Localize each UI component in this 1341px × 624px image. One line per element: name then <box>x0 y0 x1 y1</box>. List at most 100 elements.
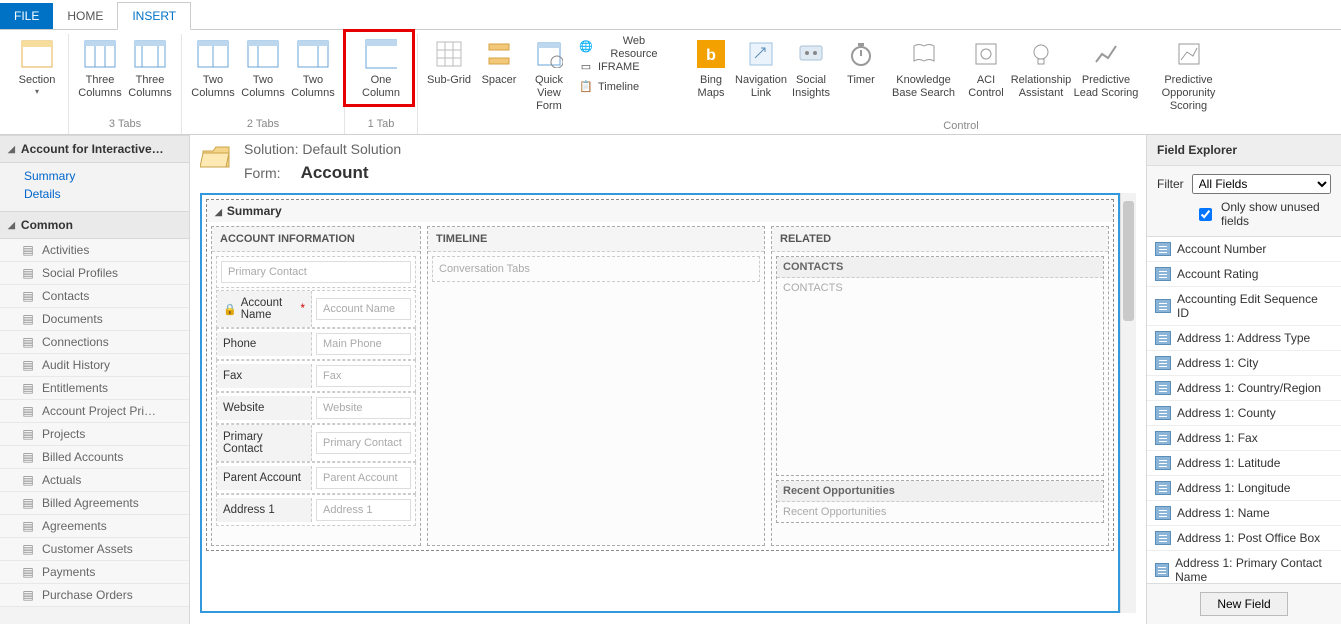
nav-item[interactable]: ▤Customer Assets <box>0 538 189 561</box>
form-field-row[interactable]: 🔒Account NameAccount Name <box>216 290 416 328</box>
field-input[interactable]: Main Phone <box>312 329 415 359</box>
predictive-lead-button[interactable]: Predictive Lead Scoring <box>1071 34 1141 104</box>
field-input[interactable]: Address 1 <box>312 495 415 525</box>
entity-icon: ▤ <box>20 357 36 373</box>
form-tab-summary[interactable]: Summary ACCOUNT INFORMATION Primary Cont… <box>206 199 1114 551</box>
form-field-row[interactable]: WebsiteWebsite <box>216 392 416 424</box>
ribbon: Section ▾ Three Columns Th <box>0 30 1341 135</box>
section-account-info[interactable]: ACCOUNT INFORMATION Primary Contact 🔒Acc… <box>211 226 421 546</box>
section-timeline[interactable]: TIMELINE Conversation Tabs <box>427 226 765 546</box>
folder-icon <box>200 141 232 173</box>
subgrid-contacts[interactable]: CONTACTS CONTACTS <box>776 256 1104 476</box>
field-explorer-item[interactable]: Account Rating <box>1147 262 1341 287</box>
field-input[interactable]: Parent Account <box>312 463 415 493</box>
field-explorer-title: Field Explorer <box>1147 135 1341 166</box>
canvas-scrollbar[interactable] <box>1120 193 1136 613</box>
form-field-row[interactable]: Primary ContactPrimary Contact <box>216 424 416 462</box>
relationship-assistant-button[interactable]: Relationship Assistant <box>1011 34 1071 104</box>
nav-entity-header[interactable]: Account for Interactive… <box>0 135 189 163</box>
web-resource-button[interactable]: 🌐 Web Resource <box>574 38 674 58</box>
ribbon-label: Two Columns <box>240 74 286 100</box>
nav-item[interactable]: ▤Actuals <box>0 469 189 492</box>
timer-button[interactable]: Timer <box>836 34 886 91</box>
nav-item[interactable]: ▤Billed Agreements <box>0 492 189 515</box>
nav-summary-link[interactable]: Summary <box>24 167 189 185</box>
two-columns-button-b[interactable]: Two Columns <box>238 34 288 104</box>
social-insights-button[interactable]: Social Insights <box>786 34 836 104</box>
one-column-button[interactable]: One Column <box>351 34 411 104</box>
field-input[interactable]: Fax <box>312 361 415 391</box>
nav-item[interactable]: ▤Contacts <box>0 285 189 308</box>
nav-item[interactable]: ▤Billed Accounts <box>0 446 189 469</box>
spacer-button[interactable]: Spacer <box>474 34 524 91</box>
nav-item[interactable]: ▤Documents <box>0 308 189 331</box>
bing-maps-button[interactable]: b Bing Maps <box>686 34 736 104</box>
ribbon-label: Social Insights <box>788 74 834 100</box>
form-canvas[interactable]: Summary ACCOUNT INFORMATION Primary Cont… <box>200 193 1120 613</box>
section-related[interactable]: RELATED CONTACTS CONTACTS Recent Opportu… <box>771 226 1109 546</box>
two-columns-button-a[interactable]: Two Columns <box>188 34 238 104</box>
form-field-row[interactable]: Address 1Address 1 <box>216 494 416 526</box>
subgrid-recent-opportunities[interactable]: Recent Opportunities Recent Opportunitie… <box>776 480 1104 523</box>
filter-select[interactable]: All Fields <box>1192 174 1331 194</box>
three-columns-button-a[interactable]: Three Columns <box>75 34 125 104</box>
field-input[interactable]: Primary Contact <box>312 428 415 458</box>
subgrid-body: CONTACTS <box>777 278 1103 298</box>
field-explorer-item[interactable]: Account Number <box>1147 237 1341 262</box>
field-explorer-item[interactable]: Address 1: County <box>1147 401 1341 426</box>
form-field-row[interactable]: PhoneMain Phone <box>216 328 416 360</box>
field-explorer-item[interactable]: Address 1: Name <box>1147 501 1341 526</box>
nav-common-header[interactable]: Common <box>0 211 189 239</box>
field-input[interactable]: Account Name <box>312 294 415 324</box>
field-explorer-item[interactable]: Address 1: Primary Contact Name <box>1147 551 1341 583</box>
field-explorer-item[interactable]: Address 1: Fax <box>1147 426 1341 451</box>
timeline-button[interactable]: 📋 Timeline <box>574 78 674 98</box>
grid-icon <box>433 38 465 70</box>
field-input[interactable]: Website <box>312 393 415 423</box>
field-explorer-item[interactable]: Address 1: Latitude <box>1147 451 1341 476</box>
field-explorer-item[interactable]: Address 1: Longitude <box>1147 476 1341 501</box>
nav-item[interactable]: ▤Agreements <box>0 515 189 538</box>
field-explorer-item[interactable]: Address 1: Address Type <box>1147 326 1341 351</box>
only-unused-checkbox[interactable] <box>1199 208 1212 221</box>
iframe-button[interactable]: ▭ IFRAME <box>574 58 674 78</box>
nav-item[interactable]: ▤Social Profiles <box>0 262 189 285</box>
form-field-row[interactable]: Parent AccountParent Account <box>216 462 416 494</box>
field-explorer-item[interactable]: Address 1: Post Office Box <box>1147 526 1341 551</box>
ribbon-label: Three Columns <box>127 74 173 100</box>
field-icon <box>1155 406 1171 420</box>
section-button[interactable]: Section ▾ <box>12 34 62 101</box>
kb-search-button[interactable]: Knowledge Base Search <box>886 34 961 104</box>
field-primary-contact-top[interactable]: Primary Contact <box>216 256 416 288</box>
entity-icon: ▤ <box>20 426 36 442</box>
field-explorer-item[interactable]: Address 1: Country/Region <box>1147 376 1341 401</box>
tab-file[interactable]: FILE <box>0 3 53 29</box>
bing-icon: b <box>695 38 727 70</box>
nav-item[interactable]: ▤Entitlements <box>0 377 189 400</box>
predictive-opportunity-button[interactable]: Predictive Opporunity Scoring <box>1141 34 1236 118</box>
navigation-link-button[interactable]: Navigation Link <box>736 34 786 104</box>
nav-item[interactable]: ▤Activities <box>0 239 189 262</box>
nav-item[interactable]: ▤Projects <box>0 423 189 446</box>
form-field-row[interactable]: FaxFax <box>216 360 416 392</box>
field-explorer-item[interactable]: Accounting Edit Sequence ID <box>1147 287 1341 326</box>
nav-details-link[interactable]: Details <box>24 185 189 203</box>
quick-view-form-button[interactable]: Quick View Form <box>524 34 574 118</box>
two-columns-button-c[interactable]: Two Columns <box>288 34 338 104</box>
form-tab-head[interactable]: Summary <box>207 200 1113 222</box>
tab-home[interactable]: HOME <box>53 3 117 29</box>
field-icon <box>1155 563 1169 577</box>
aci-control-button[interactable]: ACI Control <box>961 34 1011 104</box>
nav-item[interactable]: ▤Audit History <box>0 354 189 377</box>
field-explorer-item[interactable]: Address 1: City <box>1147 351 1341 376</box>
three-columns-icon <box>134 38 166 70</box>
tab-insert[interactable]: INSERT <box>117 2 191 30</box>
nav-item[interactable]: ▤Payments <box>0 561 189 584</box>
solution-name: Default Solution <box>302 141 401 157</box>
new-field-button[interactable]: New Field <box>1200 592 1287 616</box>
nav-item[interactable]: ▤Account Project Pri… <box>0 400 189 423</box>
sub-grid-button[interactable]: Sub-Grid <box>424 34 474 91</box>
nav-item[interactable]: ▤Purchase Orders <box>0 584 189 607</box>
three-columns-button-b[interactable]: Three Columns <box>125 34 175 104</box>
nav-item[interactable]: ▤Connections <box>0 331 189 354</box>
